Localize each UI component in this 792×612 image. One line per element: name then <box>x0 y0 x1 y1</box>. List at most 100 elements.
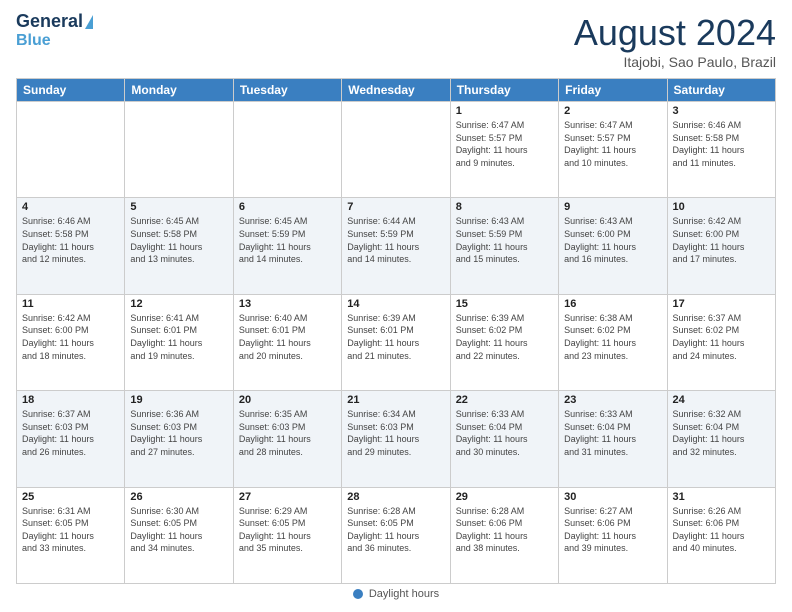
location-subtitle: Itajobi, Sao Paulo, Brazil <box>574 54 776 70</box>
logo-text-general: General <box>16 12 83 32</box>
calendar-cell: 17Sunrise: 6:37 AM Sunset: 6:02 PM Dayli… <box>667 294 775 390</box>
day-number: 31 <box>673 491 770 503</box>
day-info: Sunrise: 6:39 AM Sunset: 6:01 PM Dayligh… <box>347 312 444 362</box>
day-number: 25 <box>22 491 119 503</box>
calendar-cell: 13 Sunrise: 6:40 AM Sunset: 6:01 PM Dayli… <box>233 294 341 390</box>
day-info: Sunrise: 6:42 AM Sunset: 6:00 PM Dayligh… <box>22 312 119 362</box>
day-info: Sunrise: 6:36 AM Sunset: 6:03 PM Dayligh… <box>130 408 227 458</box>
day-number: 10 <box>673 201 770 213</box>
day-number: 15 <box>456 298 553 310</box>
logo-text-blue: Blue <box>16 32 51 50</box>
day-number: 19 <box>130 394 227 406</box>
day-info: Sunrise: 6:31 AM Sunset: 6:05 PM Dayligh… <box>22 505 119 555</box>
calendar-header-tuesday: Tuesday <box>233 79 341 102</box>
title-block: August 2024 Itajobi, Sao Paulo, Brazil <box>574 12 776 70</box>
day-number: 14 <box>347 298 444 310</box>
day-info: Sunrise: 6:33 AM Sunset: 6:04 PM Dayligh… <box>564 408 661 458</box>
day-number: 27 <box>239 491 336 503</box>
calendar-cell <box>17 102 125 198</box>
day-number: 21 <box>347 394 444 406</box>
calendar-header-monday: Monday <box>125 79 233 102</box>
day-number: 16 <box>564 298 661 310</box>
day-info: Sunrise: 6:41 AM Sunset: 6:01 PM Dayligh… <box>130 312 227 362</box>
day-info: Sunrise: 6:38 AM Sunset: 6:02 PM Dayligh… <box>564 312 661 362</box>
day-info: Sunrise: 6:45 AM Sunset: 5:59 PM Dayligh… <box>239 215 336 265</box>
day-number: 24 <box>673 394 770 406</box>
day-number: 23 <box>564 394 661 406</box>
day-info: Sunrise: 6:37 AM Sunset: 6:03 PM Dayligh… <box>22 408 119 458</box>
day-number: 4 <box>22 201 119 213</box>
day-info: Sunrise: 6:37 AM Sunset: 6:02 PM Dayligh… <box>673 312 770 362</box>
calendar-cell: 30Sunrise: 6:27 AM Sunset: 6:06 PM Dayli… <box>559 487 667 583</box>
calendar-cell: 7 Sunrise: 6:44 AM Sunset: 5:59 PM Daylig… <box>342 198 450 294</box>
page: General Blue August 2024 Itajobi, Sao Pa… <box>0 0 792 612</box>
day-number: 3 <box>673 105 770 117</box>
calendar-cell: 6 Sunrise: 6:45 AM Sunset: 5:59 PM Daylig… <box>233 198 341 294</box>
day-number: 5 <box>130 201 227 213</box>
calendar-header-sunday: Sunday <box>17 79 125 102</box>
calendar-header-row: SundayMondayTuesdayWednesdayThursdayFrid… <box>17 79 776 102</box>
day-info: Sunrise: 6:40 AM Sunset: 6:01 PM Dayligh… <box>239 312 336 362</box>
logo: General Blue <box>16 12 93 49</box>
day-number: 26 <box>130 491 227 503</box>
calendar-header-thursday: Thursday <box>450 79 558 102</box>
month-title: August 2024 <box>574 12 776 54</box>
day-number: 13 <box>239 298 336 310</box>
calendar-cell: 3Sunrise: 6:46 AM Sunset: 5:58 PM Daylig… <box>667 102 775 198</box>
calendar-week-2: 4 Sunrise: 6:46 AM Sunset: 5:58 PM Daylig… <box>17 198 776 294</box>
day-info: Sunrise: 6:35 AM Sunset: 6:03 PM Dayligh… <box>239 408 336 458</box>
day-number: 20 <box>239 394 336 406</box>
calendar-cell: 18 Sunrise: 6:37 AM Sunset: 6:03 PM Dayli… <box>17 391 125 487</box>
day-info: Sunrise: 6:43 AM Sunset: 5:59 PM Dayligh… <box>456 215 553 265</box>
day-number: 2 <box>564 105 661 117</box>
calendar-cell: 8Sunrise: 6:43 AM Sunset: 5:59 PM Daylig… <box>450 198 558 294</box>
day-info: Sunrise: 6:28 AM Sunset: 6:06 PM Dayligh… <box>456 505 553 555</box>
calendar-cell: 19 Sunrise: 6:36 AM Sunset: 6:03 PM Dayli… <box>125 391 233 487</box>
calendar-cell: 15 Sunrise: 6:39 AM Sunset: 6:02 PM Dayli… <box>450 294 558 390</box>
day-info: Sunrise: 6:29 AM Sunset: 6:05 PM Dayligh… <box>239 505 336 555</box>
day-info: Sunrise: 6:47 AM Sunset: 5:57 PM Dayligh… <box>564 119 661 169</box>
footer-label: Daylight hours <box>369 588 439 600</box>
calendar-cell: 12Sunrise: 6:41 AM Sunset: 6:01 PM Dayli… <box>125 294 233 390</box>
day-info: Sunrise: 6:26 AM Sunset: 6:06 PM Dayligh… <box>673 505 770 555</box>
logo-triangle-icon <box>85 15 93 29</box>
day-info: Sunrise: 6:44 AM Sunset: 5:59 PM Dayligh… <box>347 215 444 265</box>
calendar-cell: 5 Sunrise: 6:45 AM Sunset: 5:58 PM Daylig… <box>125 198 233 294</box>
calendar-cell: 25 Sunrise: 6:31 AM Sunset: 6:05 PM Dayli… <box>17 487 125 583</box>
calendar-cell: 29 Sunrise: 6:28 AM Sunset: 6:06 PM Dayli… <box>450 487 558 583</box>
calendar-cell: 26Sunrise: 6:30 AM Sunset: 6:05 PM Dayli… <box>125 487 233 583</box>
calendar-cell: 16 Sunrise: 6:38 AM Sunset: 6:02 PM Dayli… <box>559 294 667 390</box>
calendar-cell: 21 Sunrise: 6:34 AM Sunset: 6:03 PM Dayli… <box>342 391 450 487</box>
day-number: 6 <box>239 201 336 213</box>
day-number: 30 <box>564 491 661 503</box>
day-info: Sunrise: 6:43 AM Sunset: 6:00 PM Dayligh… <box>564 215 661 265</box>
day-info: Sunrise: 6:34 AM Sunset: 6:03 PM Dayligh… <box>347 408 444 458</box>
calendar-cell <box>233 102 341 198</box>
day-info: Sunrise: 6:47 AM Sunset: 5:57 PM Dayligh… <box>456 119 553 169</box>
day-number: 1 <box>456 105 553 117</box>
day-info: Sunrise: 6:28 AM Sunset: 6:05 PM Dayligh… <box>347 505 444 555</box>
calendar-cell: 20 Sunrise: 6:35 AM Sunset: 6:03 PM Dayli… <box>233 391 341 487</box>
day-info: Sunrise: 6:45 AM Sunset: 5:58 PM Dayligh… <box>130 215 227 265</box>
day-number: 22 <box>456 394 553 406</box>
day-info: Sunrise: 6:33 AM Sunset: 6:04 PM Dayligh… <box>456 408 553 458</box>
day-info: Sunrise: 6:39 AM Sunset: 6:02 PM Dayligh… <box>456 312 553 362</box>
calendar-cell: 23 Sunrise: 6:33 AM Sunset: 6:04 PM Dayli… <box>559 391 667 487</box>
day-number: 7 <box>347 201 444 213</box>
day-info: Sunrise: 6:46 AM Sunset: 5:58 PM Dayligh… <box>22 215 119 265</box>
footer-dot-icon <box>353 589 363 599</box>
calendar-cell: 22 Sunrise: 6:33 AM Sunset: 6:04 PM Dayli… <box>450 391 558 487</box>
calendar-cell: 11Sunrise: 6:42 AM Sunset: 6:00 PM Dayli… <box>17 294 125 390</box>
calendar-cell: 28Sunrise: 6:28 AM Sunset: 6:05 PM Dayli… <box>342 487 450 583</box>
calendar-week-5: 25 Sunrise: 6:31 AM Sunset: 6:05 PM Dayli… <box>17 487 776 583</box>
day-info: Sunrise: 6:42 AM Sunset: 6:00 PM Dayligh… <box>673 215 770 265</box>
calendar-header-wednesday: Wednesday <box>342 79 450 102</box>
calendar-cell: 27 Sunrise: 6:29 AM Sunset: 6:05 PM Dayli… <box>233 487 341 583</box>
day-number: 18 <box>22 394 119 406</box>
day-number: 29 <box>456 491 553 503</box>
day-info: Sunrise: 6:32 AM Sunset: 6:04 PM Dayligh… <box>673 408 770 458</box>
calendar-week-4: 18 Sunrise: 6:37 AM Sunset: 6:03 PM Dayli… <box>17 391 776 487</box>
calendar-header-saturday: Saturday <box>667 79 775 102</box>
calendar-week-3: 11Sunrise: 6:42 AM Sunset: 6:00 PM Dayli… <box>17 294 776 390</box>
day-number: 9 <box>564 201 661 213</box>
